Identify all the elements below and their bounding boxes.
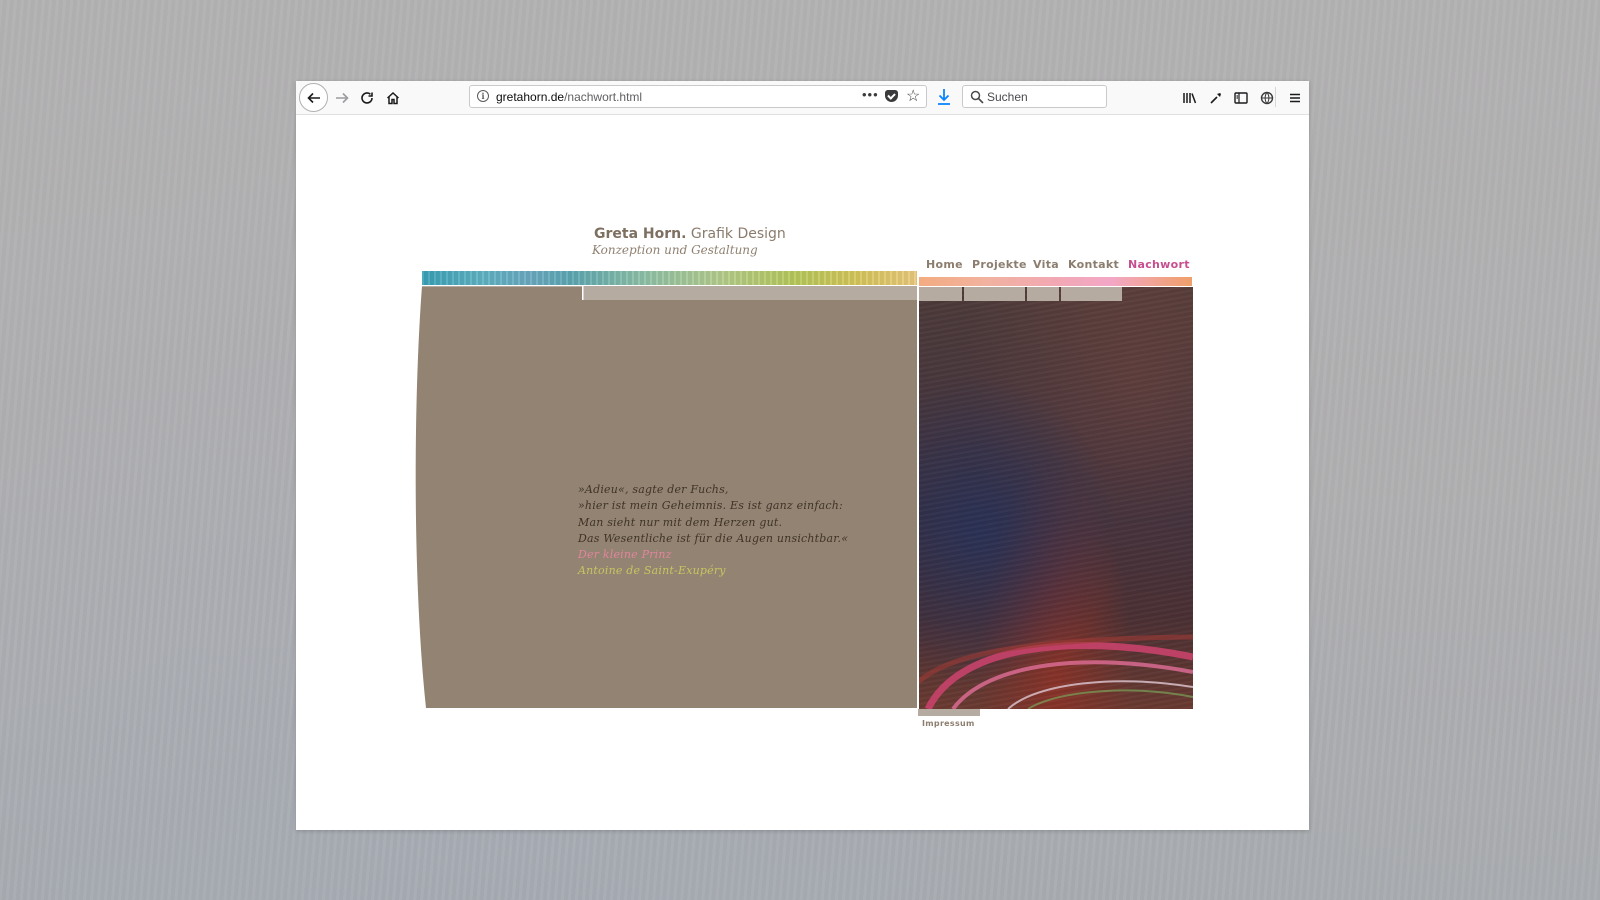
impressum-link[interactable]: Impressum [922, 719, 975, 728]
toolbar-separator [1275, 87, 1276, 107]
browser-window: i gretahorn.de/nachwort.html ••• ☆ Suche… [296, 81, 1309, 830]
nav-kontakt[interactable]: Kontakt [1068, 258, 1119, 271]
painting-image [918, 287, 1193, 709]
nav-nachwort[interactable]: Nachwort [1128, 258, 1190, 271]
search-input[interactable] [987, 89, 1102, 104]
url-text[interactable]: gretahorn.de/nachwort.html [496, 90, 642, 104]
home-icon [386, 91, 399, 104]
eyedropper-button[interactable] [1203, 85, 1228, 110]
globe-icon [1260, 91, 1273, 104]
download-icon[interactable] [935, 87, 953, 107]
home-button[interactable] [380, 85, 405, 110]
search-bar[interactable] [962, 85, 1107, 108]
info-icon[interactable]: i [477, 90, 489, 102]
library-icon [1183, 92, 1197, 103]
more-icon[interactable]: ••• [862, 87, 879, 102]
quote-line: Man sieht nur mit dem Herzen gut. [578, 515, 783, 529]
back-button[interactable] [299, 83, 328, 112]
star-icon[interactable]: ☆ [906, 86, 920, 106]
sidebar-icon [1233, 91, 1248, 104]
site-title-name: Greta Horn. [594, 226, 687, 242]
nav-color-strip [919, 277, 1192, 286]
url-domain: gretahorn.de [496, 90, 565, 104]
site-subtitle: Konzeption und Gestaltung [592, 243, 758, 257]
search-icon [970, 90, 984, 104]
quote-book-title: Der kleine Prinz [578, 548, 672, 562]
menu-button[interactable] [1282, 85, 1307, 110]
impressum-tab [918, 709, 980, 716]
painting-arcs [918, 634, 1193, 709]
quote-line: »hier ist mein Geheimnis. Es ist ganz ei… [578, 499, 843, 513]
pocket-icon[interactable] [885, 90, 898, 102]
quote-block: »Adieu«, sagte der Fuchs, »hier ist mein… [578, 482, 908, 580]
reload-icon [360, 91, 373, 104]
nav-tabs-bar [918, 287, 1122, 301]
url-path: /nachwort.html [564, 90, 643, 104]
nav-projekte[interactable]: Projekte [972, 258, 1027, 271]
web-page: Greta Horn. Grafik Design Konzeption und… [296, 115, 1309, 830]
rainbow-strip [422, 271, 917, 285]
forward-arrow-icon [335, 92, 349, 103]
site-title-rest: Grafik Design [686, 226, 786, 242]
sidebar-button[interactable] [1228, 85, 1253, 110]
panel-divider [917, 286, 919, 709]
quote-line: »Adieu«, sagte der Fuchs, [578, 483, 729, 496]
browser-toolbar: i gretahorn.de/nachwort.html ••• ☆ [296, 81, 1309, 115]
quote-author: Antoine de Saint-Exupéry [578, 564, 726, 578]
nav-vita[interactable]: Vita [1033, 258, 1059, 271]
url-bar[interactable]: i gretahorn.de/nachwort.html ••• ☆ [469, 85, 927, 108]
library-button[interactable] [1177, 85, 1202, 110]
reload-button[interactable] [354, 85, 379, 110]
back-arrow-icon [306, 92, 320, 103]
nav-home[interactable]: Home [926, 258, 963, 271]
site-title[interactable]: Greta Horn. Grafik Design [594, 226, 786, 242]
quote-line: Das Wesentliche ist für die Augen unsich… [578, 531, 849, 545]
menu-icon [1289, 93, 1300, 102]
forward-button[interactable] [329, 85, 354, 110]
eyedropper-icon [1209, 92, 1221, 104]
